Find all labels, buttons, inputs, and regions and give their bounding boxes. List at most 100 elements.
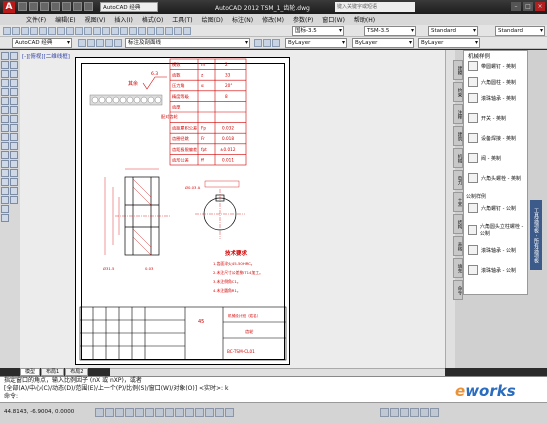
workspace-combo[interactable]: AutoCAD 经典 (12, 38, 72, 48)
saveas-icon[interactable] (51, 2, 60, 11)
color-select[interactable]: ByLayer (285, 38, 347, 48)
model-icon[interactable] (380, 408, 389, 417)
palette-tab[interactable]: 机械 (453, 148, 463, 168)
autocad-logo-icon[interactable]: A (3, 1, 15, 13)
tab-layout1[interactable]: 布局1 (41, 368, 65, 376)
break-icon[interactable] (10, 160, 18, 168)
palette-item[interactable]: 六角圆柱 - 英制 (468, 77, 516, 87)
help-icon[interactable] (183, 27, 191, 35)
undo-icon[interactable] (93, 27, 101, 35)
tab-layout2[interactable]: 布局2 (65, 368, 89, 376)
rectangle-icon[interactable] (1, 88, 9, 96)
offset-icon[interactable] (10, 79, 18, 87)
workspace-icon[interactable] (430, 408, 439, 417)
insert-block-icon[interactable] (1, 151, 9, 159)
palette-item[interactable]: 六角螺钉 - 公制 (468, 203, 516, 213)
fillet-icon[interactable] (10, 187, 18, 195)
lightbulb-icon[interactable] (87, 39, 95, 47)
dim-style-select[interactable]: TSM-3.5 (364, 26, 416, 36)
xline-icon[interactable] (1, 61, 9, 69)
palette-item[interactable]: 带圆螺钉 - 英制 (468, 61, 516, 71)
menu-dimension[interactable]: 标注(N) (232, 15, 253, 24)
horizontal-scrollbar[interactable] (110, 368, 445, 376)
match-icon[interactable] (84, 27, 92, 35)
palette-item[interactable]: 滚珠轴承 - 英制 (468, 93, 516, 103)
layer-previous-icon[interactable] (263, 39, 271, 47)
point-icon[interactable] (1, 169, 9, 177)
make-block-icon[interactable] (1, 160, 9, 168)
open-icon[interactable] (12, 27, 20, 35)
ortho-icon[interactable] (125, 408, 134, 417)
make-current-icon[interactable] (254, 39, 262, 47)
zoom-icon[interactable] (410, 408, 419, 417)
tpy-icon[interactable] (205, 408, 214, 417)
mleader-style-select[interactable]: Standard (495, 26, 545, 36)
redo-icon[interactable] (102, 27, 110, 35)
hatch-icon[interactable] (1, 178, 9, 186)
save-icon[interactable] (40, 2, 49, 11)
palette-item[interactable]: 开关 - 英制 (468, 113, 506, 123)
palette-item[interactable]: 滚珠轴承 - 公制 (468, 265, 516, 275)
lwt-icon[interactable] (195, 408, 204, 417)
close-icon[interactable]: × (535, 2, 545, 11)
pan-icon[interactable] (111, 27, 119, 35)
arc-icon[interactable] (1, 97, 9, 105)
ellipse-icon[interactable] (1, 133, 9, 141)
dyn-icon[interactable] (185, 408, 194, 417)
layer-manager-icon[interactable] (78, 39, 86, 47)
palette-item[interactable]: 滚珠轴承 - 公制 (468, 245, 516, 255)
qp-icon[interactable] (215, 408, 224, 417)
osnap-icon[interactable] (145, 408, 154, 417)
coordinate-readout[interactable]: 44.8143, -6.9004, 0.0000 (4, 409, 74, 415)
palette-tab[interactable]: 建筑 (453, 126, 463, 146)
ellipse-arc-icon[interactable] (1, 142, 9, 150)
chamfer-icon[interactable] (10, 178, 18, 186)
break-point-icon[interactable] (10, 151, 18, 159)
menu-file[interactable]: 文件(F) (26, 15, 46, 24)
layout-icon[interactable] (390, 408, 399, 417)
palette-item[interactable]: 设备焊接 - 英制 (468, 133, 516, 143)
new-icon[interactable] (18, 2, 27, 11)
palette-item[interactable]: 六角圆头立柱螺栓 - 公制 (468, 223, 527, 237)
menu-edit[interactable]: 编辑(E) (55, 15, 75, 24)
region-icon[interactable] (1, 196, 9, 204)
palette-item[interactable]: 阀 - 英制 (468, 153, 501, 163)
search-input[interactable]: 键入关键字或短语 (335, 2, 415, 12)
palette-tab[interactable]: 约束 (453, 82, 463, 102)
plot-icon[interactable] (84, 2, 93, 11)
cut-icon[interactable] (57, 27, 65, 35)
color-swatch-icon[interactable] (114, 39, 122, 47)
palette-tab[interactable]: 结构 (453, 214, 463, 234)
table-icon[interactable] (1, 205, 9, 213)
palette-tab[interactable]: 命令 (453, 280, 463, 300)
line-icon[interactable] (1, 52, 9, 60)
layer-isolate-icon[interactable] (272, 39, 280, 47)
grid-icon[interactable] (115, 408, 124, 417)
design-center-icon[interactable] (156, 27, 164, 35)
linetype-select[interactable]: ByLayer (352, 38, 414, 48)
gradient-icon[interactable] (1, 187, 9, 195)
polyline-icon[interactable] (1, 70, 9, 78)
revcloud-icon[interactable] (1, 115, 9, 123)
array-icon[interactable] (10, 88, 18, 96)
menu-help[interactable]: 帮助(H) (354, 15, 375, 24)
trim-icon[interactable] (10, 133, 18, 141)
palette-tab[interactable]: 建模 (453, 60, 463, 80)
palette-tab[interactable]: 土木 (453, 192, 463, 212)
viewport-controls[interactable]: [-][俯视][二维线框] (22, 52, 70, 60)
infer-icon[interactable] (95, 408, 104, 417)
save-icon[interactable] (21, 27, 29, 35)
erase-icon[interactable] (10, 52, 18, 60)
lock-icon[interactable] (105, 39, 113, 47)
redo-icon[interactable] (73, 2, 82, 11)
maximize-icon[interactable]: □ (523, 2, 533, 11)
mirror-icon[interactable] (10, 70, 18, 78)
sun-icon[interactable] (96, 39, 104, 47)
menu-tools[interactable]: 工具(T) (172, 15, 192, 24)
palette-title-bar[interactable]: 工具选项板 - 所有选项板 (530, 200, 542, 270)
lineweight-select[interactable]: ByLayer (418, 38, 480, 48)
move-icon[interactable] (10, 97, 18, 105)
minimize-icon[interactable]: – (511, 2, 521, 11)
spline-icon[interactable] (1, 124, 9, 132)
publish-icon[interactable] (48, 27, 56, 35)
